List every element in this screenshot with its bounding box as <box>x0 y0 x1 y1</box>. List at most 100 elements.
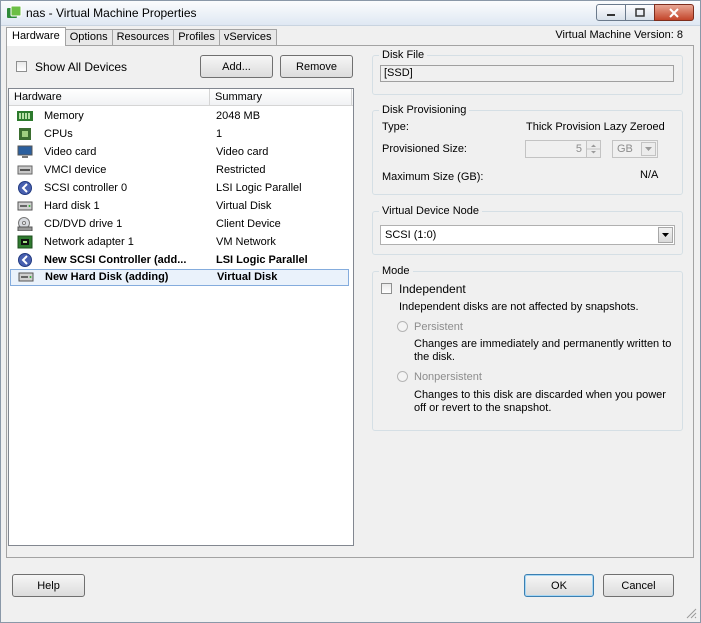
chevron-down-icon <box>662 233 669 237</box>
network-adapter-icon <box>17 235 33 249</box>
max-size-value: N/A <box>640 169 659 181</box>
column-header-hardware[interactable]: Hardware <box>9 89 210 105</box>
size-unit-dropdown-arrow[interactable] <box>641 142 656 156</box>
vmci-device-icon <box>17 165 33 175</box>
nonpersistent-description-line-1: Changes to this disk are discarded when … <box>414 389 666 401</box>
column-header-summary[interactable]: Summary <box>210 89 352 105</box>
maximize-icon <box>635 8 645 17</box>
size-unit-select[interactable]: GB <box>612 140 658 158</box>
list-item[interactable]: New SCSI Controller (add... LSI Logic Pa… <box>9 251 353 269</box>
list-item[interactable]: SCSI controller 0 LSI Logic Parallel <box>9 179 353 197</box>
cpu-icon <box>19 128 31 140</box>
disk-type-value: Thick Provision Lazy Zeroed <box>526 121 665 133</box>
provisioned-size-label: Provisioned Size: <box>382 143 467 155</box>
vm-version-label: Virtual Machine Version: 8 <box>555 29 683 41</box>
list-item[interactable]: Video card Video card <box>9 143 353 161</box>
close-icon <box>669 7 679 18</box>
hardware-summary: 1 <box>216 128 223 140</box>
tab-profiles[interactable]: Profiles <box>173 29 220 46</box>
independent-description: Independent disks are not affected by sn… <box>399 301 639 313</box>
video-card-icon <box>17 145 33 158</box>
hardware-summary: VM Network <box>216 236 276 248</box>
hardware-name: New Hard Disk (adding) <box>45 271 169 283</box>
tab-options[interactable]: Options <box>64 29 113 46</box>
hardware-list[interactable]: Hardware Summary Memory 2048 MB CPUs 1 V… <box>8 88 354 546</box>
show-all-devices-label[interactable]: Show All Devices <box>35 60 127 74</box>
tab-hardware[interactable]: Hardware <box>6 27 66 46</box>
disk-file-field[interactable]: [SSD] <box>380 65 674 82</box>
list-item[interactable]: VMCI device Restricted <box>9 161 353 179</box>
vsphere-app-icon <box>7 5 22 18</box>
hardware-name: CD/DVD drive 1 <box>44 218 123 230</box>
cancel-button[interactable]: Cancel <box>603 574 674 597</box>
list-item[interactable]: CPUs 1 <box>9 125 353 143</box>
hardware-name: CPUs <box>44 128 73 140</box>
virtual-device-node-group-label: Virtual Device Node <box>379 205 483 217</box>
mode-group-label: Mode <box>379 265 413 277</box>
hardware-summary: Virtual Disk <box>216 200 272 212</box>
minimize-icon <box>607 13 615 16</box>
add-device-button[interactable]: Add... <box>200 55 273 78</box>
persistent-description-line-2: the disk. <box>414 351 455 363</box>
persistent-radio[interactable] <box>397 321 408 332</box>
nonpersistent-label[interactable]: Nonpersistent <box>414 371 482 383</box>
stepper-arrows-icon <box>587 144 600 154</box>
tab-vservices[interactable]: vServices <box>218 29 277 46</box>
list-item[interactable]: CD/DVD drive 1 Client Device <box>9 215 353 233</box>
hard-disk-icon <box>18 272 34 282</box>
help-button[interactable]: Help <box>12 574 85 597</box>
list-item-selected[interactable]: New Hard Disk (adding) Virtual Disk <box>10 269 349 286</box>
hardware-summary: Virtual Disk <box>217 271 278 283</box>
list-item[interactable]: Hard disk 1 Virtual Disk <box>9 197 353 215</box>
nonpersistent-description-line-2: off or revert to the snapshot. <box>414 402 552 414</box>
size-unit-value: GB <box>617 143 633 155</box>
tab-resources[interactable]: Resources <box>111 29 175 46</box>
hardware-name: Network adapter 1 <box>44 236 134 248</box>
independent-checkbox[interactable] <box>381 283 392 294</box>
persistent-description-line-1: Changes are immediately and permanently … <box>414 338 672 350</box>
scsi-controller-icon <box>18 181 32 195</box>
hardware-name: Memory <box>44 110 84 122</box>
hardware-summary: LSI Logic Parallel <box>216 254 308 266</box>
provisioned-size-input[interactable]: 5 <box>525 140 587 158</box>
virtual-device-node-value: SCSI (1:0) <box>385 229 437 241</box>
tab-strip: Hardware Options Resources Profiles vSer… <box>6 27 277 46</box>
list-item[interactable]: Network adapter 1 VM Network <box>9 233 353 251</box>
persistent-label[interactable]: Persistent <box>414 321 463 333</box>
virtual-device-node-select[interactable]: SCSI (1:0) <box>380 225 675 245</box>
max-size-label: Maximum Size (GB): <box>382 171 484 183</box>
chevron-down-icon <box>645 147 652 151</box>
hardware-name: VMCI device <box>44 164 107 176</box>
minimize-button[interactable] <box>596 4 626 21</box>
hardware-summary: 2048 MB <box>216 110 261 122</box>
title-bar[interactable]: nas - Virtual Machine Properties <box>1 1 700 26</box>
independent-label[interactable]: Independent <box>399 282 466 296</box>
disk-file-group-label: Disk File <box>379 49 428 61</box>
vm-properties-window: nas - Virtual Machine Properties Hardwar… <box>0 0 701 623</box>
hardware-summary: Restricted <box>216 164 266 176</box>
close-button[interactable] <box>654 4 694 21</box>
hardware-name: SCSI controller 0 <box>44 182 128 194</box>
provisioned-size-stepper[interactable] <box>586 140 601 158</box>
hardware-summary: LSI Logic Parallel <box>216 182 302 194</box>
hardware-name: New SCSI Controller (add... <box>44 254 187 266</box>
hardware-name: Video card <box>44 146 97 158</box>
hard-disk-icon <box>17 201 33 211</box>
hardware-summary: Video card <box>216 146 269 158</box>
virtual-device-node-dropdown-arrow[interactable] <box>658 227 673 243</box>
disk-type-label: Type: <box>382 121 409 133</box>
hardware-name: Hard disk 1 <box>44 200 100 212</box>
remove-device-button[interactable]: Remove <box>280 55 353 78</box>
disk-provisioning-group-label: Disk Provisioning <box>379 104 470 116</box>
scsi-controller-icon <box>18 253 32 267</box>
list-item[interactable]: Memory 2048 MB <box>9 107 353 125</box>
memory-icon <box>17 111 33 121</box>
maximize-button[interactable] <box>625 4 655 21</box>
show-all-devices-checkbox[interactable] <box>16 61 27 72</box>
cd-dvd-drive-icon <box>17 217 33 231</box>
hardware-list-header: Hardware Summary <box>9 89 353 106</box>
resize-grip-icon[interactable] <box>685 607 697 619</box>
nonpersistent-radio[interactable] <box>397 371 408 382</box>
window-title: nas - Virtual Machine Properties <box>26 6 197 20</box>
ok-button[interactable]: OK <box>524 574 594 597</box>
